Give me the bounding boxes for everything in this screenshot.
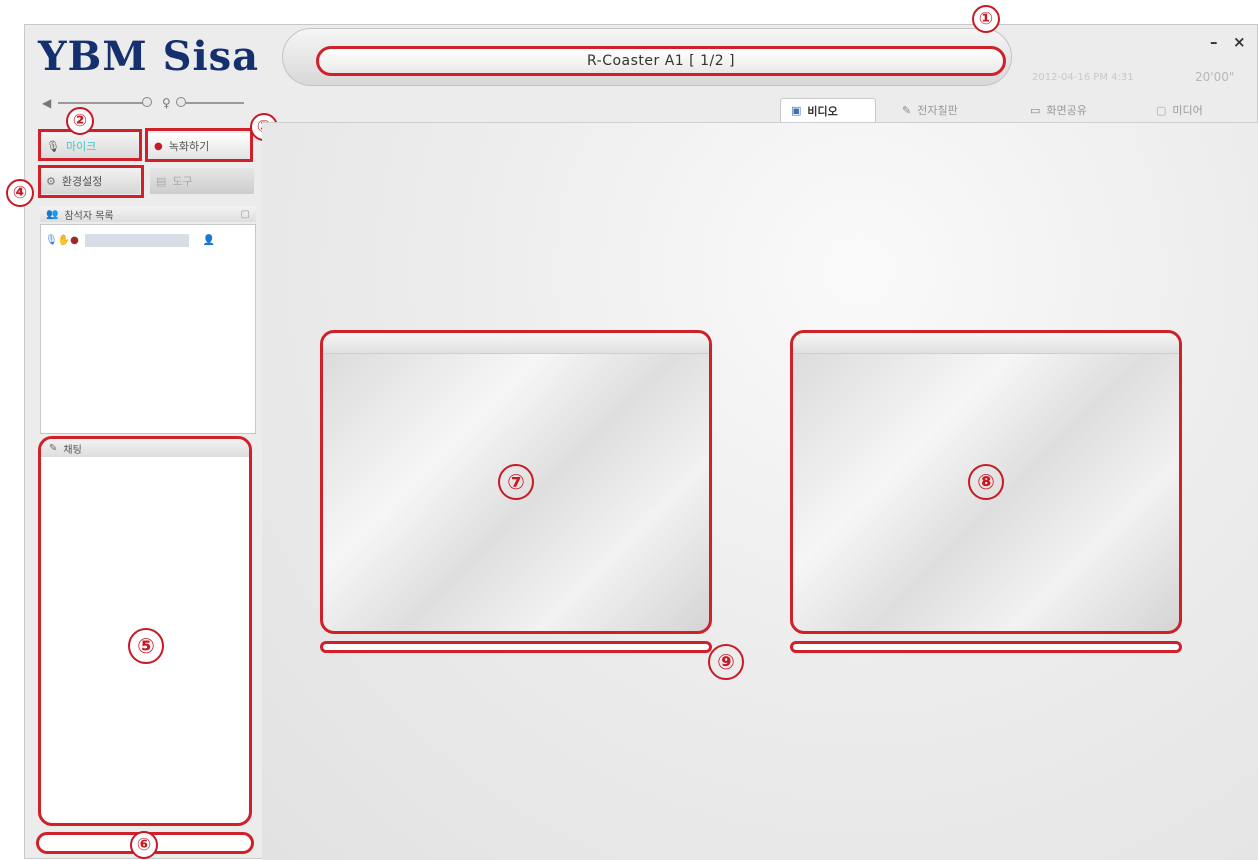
video-window-2-titlebar bbox=[793, 333, 1179, 354]
video-window-1-titlebar bbox=[323, 333, 709, 354]
speaker-slider-track bbox=[58, 102, 148, 104]
tab-screen-share-label: 화면공유 bbox=[1046, 104, 1087, 117]
gear-icon: ⚙ bbox=[46, 174, 56, 188]
tab-whiteboard-label: 전자칠판 bbox=[917, 104, 958, 117]
record-button-label: 녹화하기 bbox=[168, 140, 210, 153]
microphone-icon: 🎙 bbox=[46, 139, 60, 153]
speaker-icon: ◀ bbox=[42, 96, 52, 110]
callout-1: ① bbox=[972, 5, 1000, 33]
mic-button[interactable]: 🎙 마이크 bbox=[40, 133, 140, 159]
video-1-control-bar[interactable] bbox=[320, 641, 712, 653]
mic-slider-track bbox=[186, 102, 244, 104]
callout-6: ⑥ bbox=[130, 831, 158, 859]
class-title: R-Coaster A1 [ 1/2 ] bbox=[586, 53, 736, 69]
video-window-1: ⑦ bbox=[320, 330, 712, 634]
participants-header-label: 참석자 목록 bbox=[64, 210, 114, 222]
chat-header: ✎ 채팅 bbox=[41, 439, 249, 457]
screen-share-icon: ▭ bbox=[1030, 103, 1041, 117]
settings-button[interactable]: ⚙ 환경설정 bbox=[40, 168, 140, 194]
hand-raise-icon: ✋ bbox=[57, 234, 71, 246]
record-dot-icon: ● bbox=[154, 140, 163, 152]
callout-8: ⑧ bbox=[968, 464, 1004, 500]
user-profile-icon[interactable]: 👤 bbox=[203, 235, 215, 246]
callout-5: ⑤ bbox=[128, 628, 164, 664]
tab-whiteboard[interactable]: ✎ 전자칠판 bbox=[892, 98, 992, 122]
mic-slider-knob[interactable] bbox=[176, 97, 186, 107]
minimize-button[interactable]: – bbox=[1210, 33, 1218, 51]
record-status-icon: ● bbox=[70, 234, 79, 246]
ybm-sisa-logo: YBM Sisa bbox=[38, 33, 260, 80]
tab-screen-share[interactable]: ▭ 화면공유 bbox=[1020, 98, 1120, 122]
tools-button[interactable]: ▤ 도구 bbox=[150, 168, 254, 194]
chat-icon: ✎ bbox=[49, 442, 58, 454]
mic-button-label: 마이크 bbox=[65, 140, 97, 153]
participant-name bbox=[84, 233, 189, 247]
tab-video-label: 비디오 bbox=[807, 104, 838, 118]
settings-button-label: 환경설정 bbox=[61, 175, 103, 188]
pen-icon: ✎ bbox=[902, 103, 912, 117]
mic-volume-slider[interactable]: ♀ bbox=[162, 96, 246, 110]
callout-2: ② bbox=[66, 107, 94, 135]
callout-4: ④ bbox=[6, 179, 34, 207]
mic-status-icon: 🎙 bbox=[45, 234, 58, 246]
chat-header-label: 채팅 bbox=[63, 444, 82, 456]
session-elapsed-time: 20'00" bbox=[1195, 70, 1235, 84]
main-tabs: ▣ 비디오 ✎ 전자칠판 ▭ 화면공유 ▢ 미디어 bbox=[780, 98, 1258, 122]
video-2-control-bar[interactable] bbox=[790, 641, 1182, 653]
participant-row[interactable]: 🎙 ✋ ● 👤 bbox=[45, 233, 245, 247]
class-title-bar: R-Coaster A1 [ 1/2 ] bbox=[316, 46, 1006, 76]
tab-media-label: 미디어 bbox=[1172, 104, 1203, 117]
tab-video[interactable]: ▣ 비디오 bbox=[780, 98, 876, 122]
participants-header: 👥 참석자 목록 ▢ bbox=[40, 206, 256, 222]
session-datetime: 2012-04-16 PM 4:31 bbox=[1032, 72, 1134, 83]
close-button[interactable]: × bbox=[1233, 33, 1246, 51]
record-button[interactable]: ● 녹화하기 bbox=[148, 133, 250, 159]
tab-media[interactable]: ▢ 미디어 bbox=[1146, 98, 1246, 122]
video-window-2: ⑧ bbox=[790, 330, 1182, 634]
participants-list: 🎙 ✋ ● 👤 bbox=[40, 224, 256, 434]
callout-7: ⑦ bbox=[498, 464, 534, 500]
callout-9: ⑨ bbox=[708, 644, 744, 680]
media-icon: ▢ bbox=[1156, 103, 1167, 117]
users-icon: 👥 bbox=[46, 208, 59, 220]
expand-panel-icon[interactable]: ▢ bbox=[241, 209, 250, 220]
tools-button-label: 도구 bbox=[172, 175, 193, 188]
tools-icon: ▤ bbox=[156, 174, 167, 188]
mic-level-icon: ♀ bbox=[162, 96, 171, 110]
speaker-volume-slider[interactable]: ◀ bbox=[42, 96, 152, 110]
video-icon: ▣ bbox=[791, 104, 802, 117]
speaker-slider-knob[interactable] bbox=[142, 97, 152, 107]
